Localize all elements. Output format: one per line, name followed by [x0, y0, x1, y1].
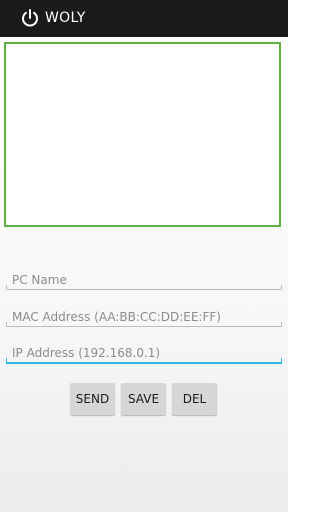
power-icon[interactable]: [20, 8, 40, 28]
action-bar: WOLY: [0, 0, 288, 37]
main-content: SEND SAVE DEL: [0, 37, 288, 512]
save-button[interactable]: SAVE: [121, 383, 166, 415]
app-title: WOLY: [45, 10, 86, 26]
ip-address-underline: [6, 358, 282, 364]
delete-button[interactable]: DEL: [172, 383, 217, 415]
mac-address-underline: [6, 322, 282, 327]
output-log-box[interactable]: [4, 42, 281, 227]
pc-name-underline: [6, 285, 282, 290]
send-button[interactable]: SEND: [70, 383, 115, 415]
